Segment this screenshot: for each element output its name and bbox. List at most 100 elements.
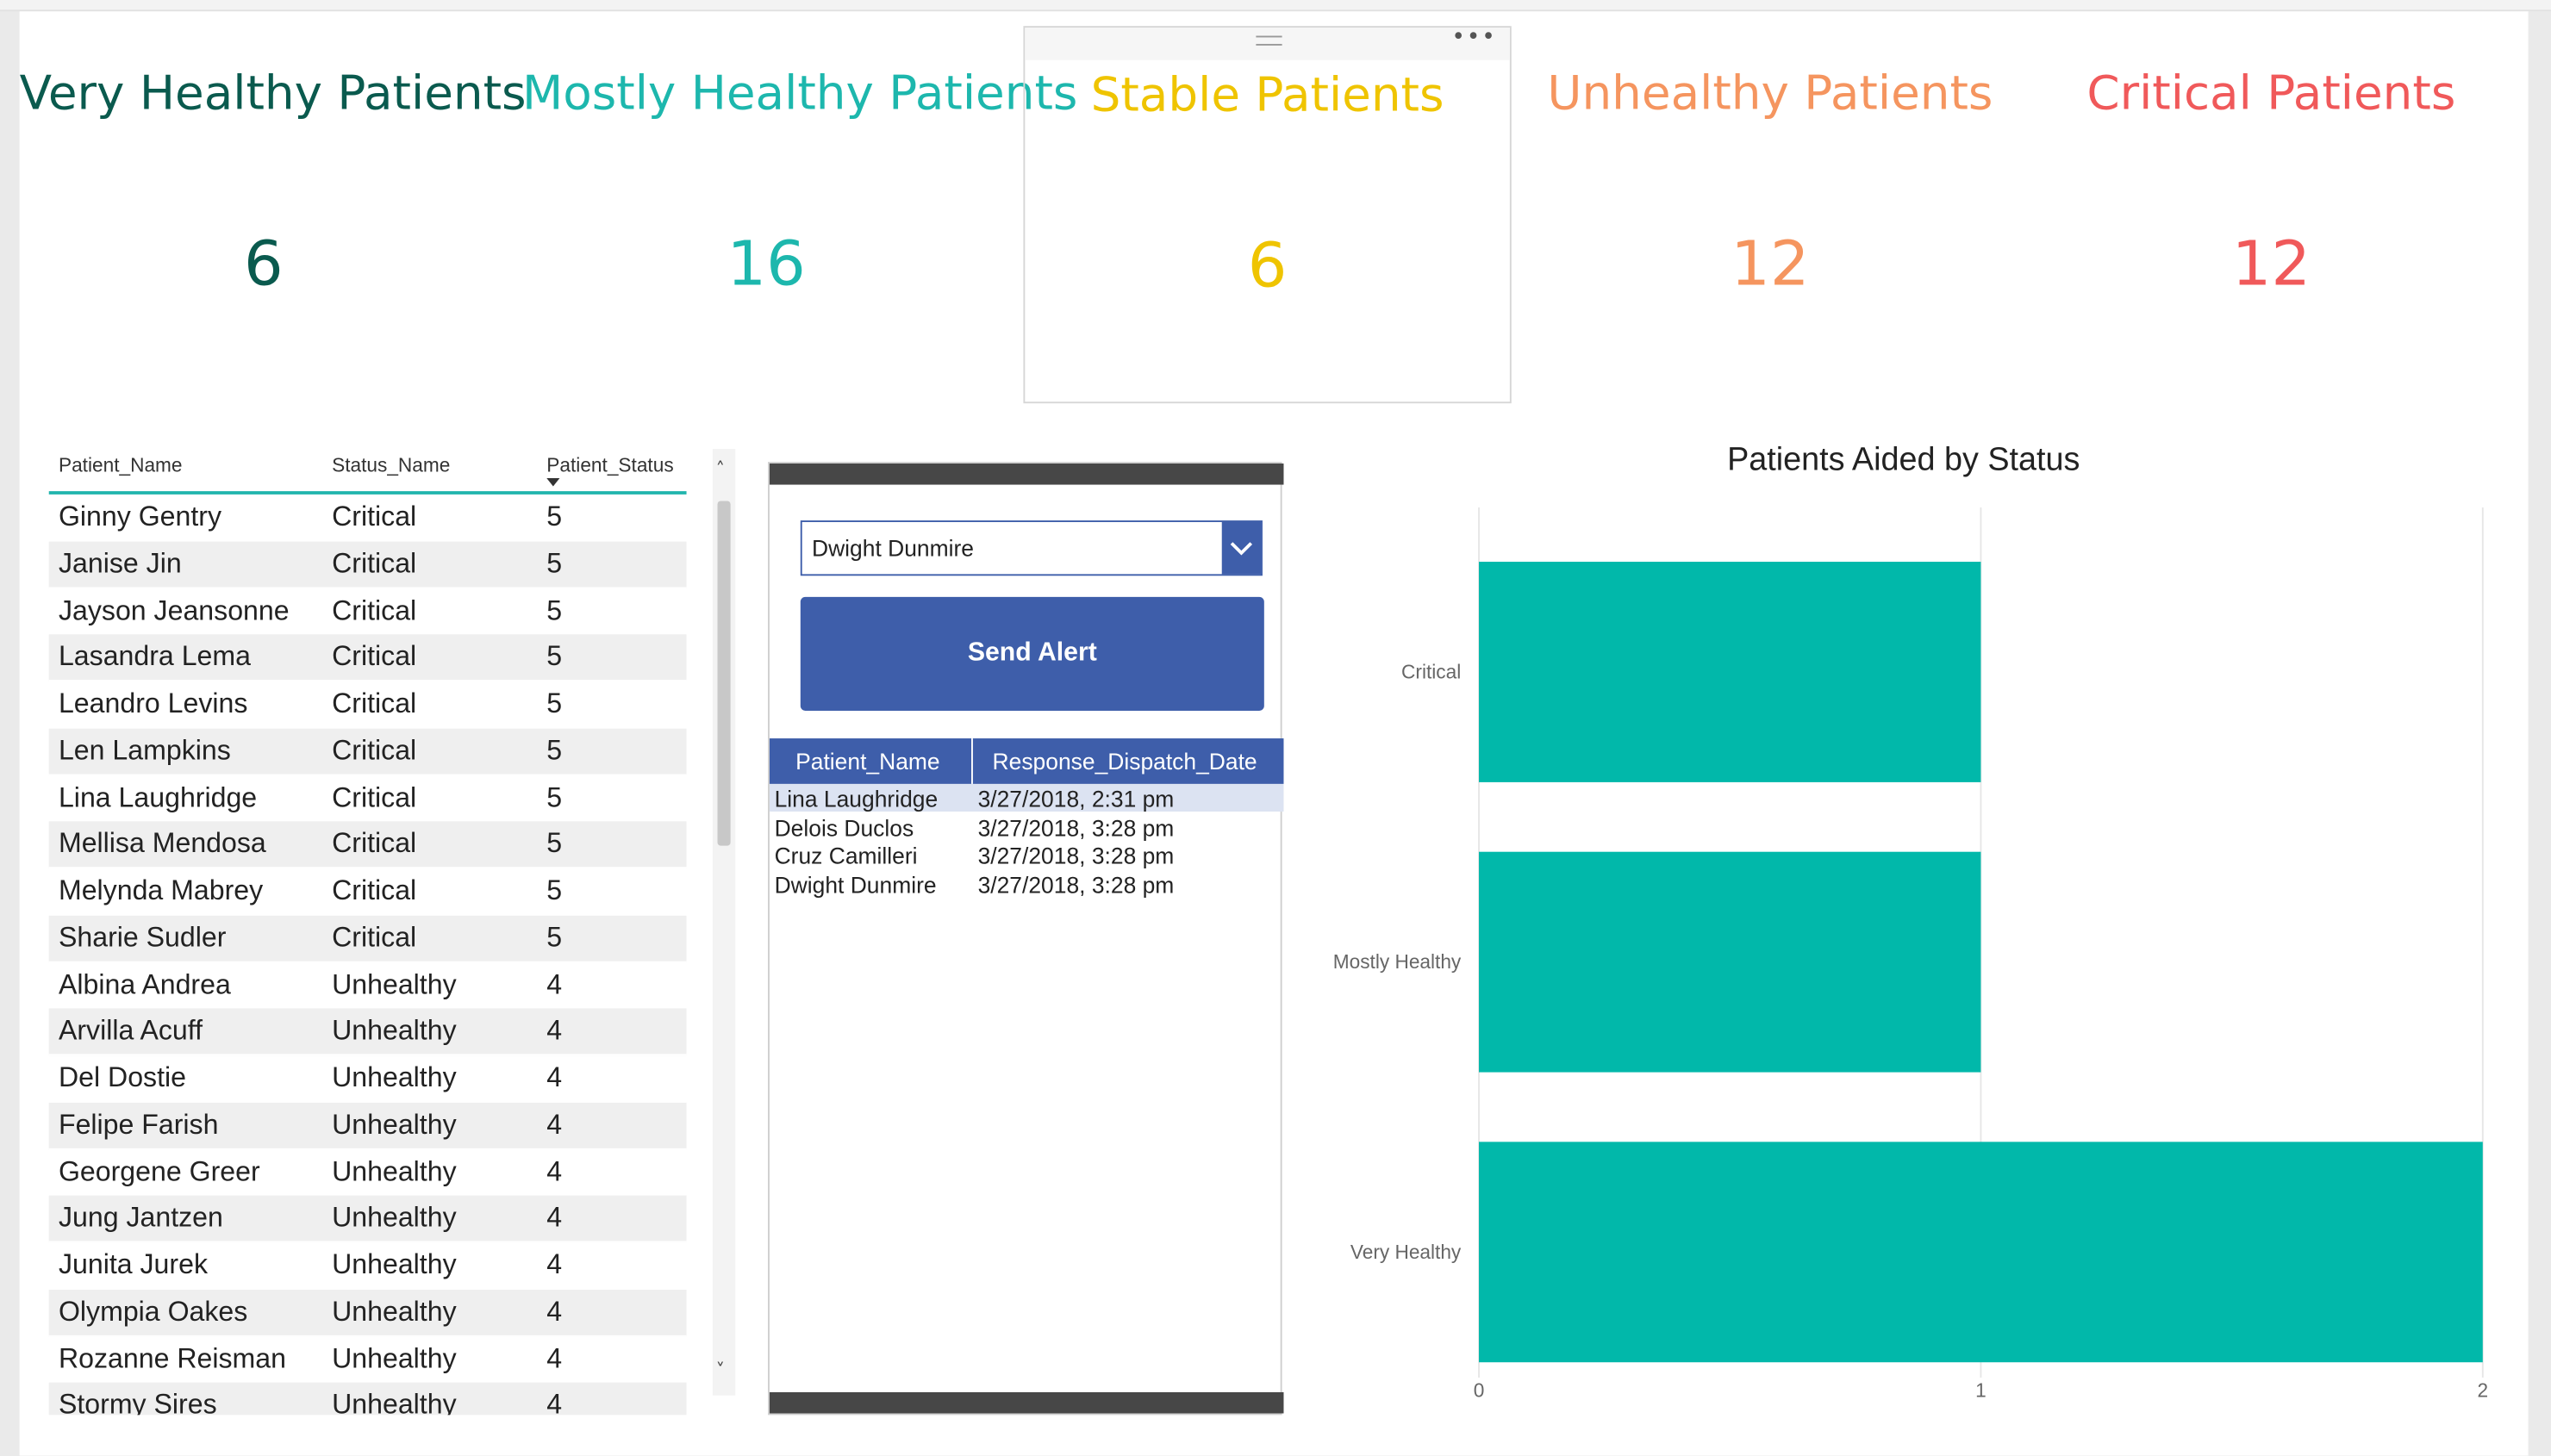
table-row[interactable]: Sharie Sudler Critical 5 <box>48 915 687 962</box>
bar-very-healthy[interactable] <box>1479 1142 2483 1363</box>
cell-patient-status: 4 <box>546 1061 563 1093</box>
grid-row[interactable]: Lina Laughridge 3/27/2018, 2:31 pm <box>769 783 1284 812</box>
cell-patient-status: 5 <box>546 501 563 532</box>
grid-cell-patient-name: Dwight Dunmire <box>774 871 937 898</box>
grid-cell-patient-name: Cruz Camilleri <box>774 843 918 869</box>
table-row[interactable]: Albina Andrea Unhealthy 4 <box>48 962 687 1009</box>
table-row[interactable]: Jayson Jeansonne Critical 5 <box>48 588 687 635</box>
cell-status-name: Unhealthy <box>332 1389 457 1416</box>
more-options-icon[interactable]: ••• <box>1451 24 1496 50</box>
cell-status-name: Unhealthy <box>332 1015 457 1047</box>
table-row[interactable]: Felipe Farish Unhealthy 4 <box>48 1102 687 1149</box>
dropdown-value: Dwight Dunmire <box>812 535 975 562</box>
cell-patient-status: 5 <box>546 641 563 673</box>
cell-patient-status: 4 <box>546 1342 563 1374</box>
cell-status-name: Critical <box>332 781 417 812</box>
table-row[interactable]: Stormy Sires Unhealthy 4 <box>48 1383 687 1416</box>
table-row[interactable]: Olympia Oakes Unhealthy 4 <box>48 1289 687 1336</box>
cell-patient-name: Len Lampkins <box>58 734 231 766</box>
grid-row[interactable]: Dwight Dunmire 3/27/2018, 3:28 pm <box>770 870 1284 898</box>
table-row[interactable]: Melynda Mabrey Critical 5 <box>48 868 687 916</box>
grid-column-dispatch-date: Response_Dispatch_Date <box>992 748 1257 775</box>
cell-patient-name: Ginny Gentry <box>58 501 222 532</box>
right-gutter <box>2528 11 2551 1456</box>
cell-status-name: Critical <box>332 547 417 579</box>
table-row[interactable]: Arvilla Acuff Unhealthy 4 <box>48 1008 687 1056</box>
card-title: Critical Patients <box>2086 65 2456 121</box>
card-value: 16 <box>727 227 806 300</box>
card-title: Very Healthy Patients <box>19 65 527 121</box>
scrollbar-thumb[interactable] <box>717 501 731 846</box>
x-tick-label: 1 <box>1975 1379 1987 1402</box>
card-value: 12 <box>2231 227 2311 300</box>
drag-handle-icon[interactable] <box>1256 35 1282 46</box>
card-mostly-healthy[interactable]: Mostly Healthy Patients 16 <box>521 26 1078 403</box>
card-stable[interactable]: ••• Stable Patients 6 <box>1023 24 1512 404</box>
cell-patient-status: 4 <box>546 1109 563 1140</box>
cell-status-name: Critical <box>332 734 417 766</box>
card-unhealthy[interactable]: Unhealthy Patients 12 <box>1526 26 2014 403</box>
table-row[interactable]: Lasandra Lema Critical 5 <box>48 634 687 681</box>
cell-patient-name: Lina Laughridge <box>58 781 258 812</box>
card-critical[interactable]: Critical Patients 12 <box>2027 26 2515 403</box>
patient-table: Patient_Name Status_Name Patient_Status … <box>48 442 687 1416</box>
cell-status-name: Critical <box>332 921 417 953</box>
cell-patient-name: Melynda Mabrey <box>58 874 264 906</box>
table-row[interactable]: Ginny Gentry Critical 5 <box>48 495 687 542</box>
table-row[interactable]: Mellisa Mendosa Critical 5 <box>48 821 687 869</box>
cell-patient-status: 4 <box>546 1202 563 1234</box>
grid-cell-patient-name: Lina Laughridge <box>774 785 939 812</box>
grid-column-patient-name: Patient_Name <box>795 748 940 775</box>
cell-patient-name: Leandro Levins <box>58 688 248 719</box>
app-top-bar <box>769 464 1284 485</box>
table-row[interactable]: Georgene Greer Unhealthy 4 <box>48 1149 687 1197</box>
cell-patient-name: Stormy Sires <box>58 1389 217 1416</box>
cell-patient-name: Mellisa Mendosa <box>58 828 266 860</box>
grid-cell-dispatch-date: 3/27/2018, 2:31 pm <box>977 785 1175 812</box>
card-value: 6 <box>1247 229 1288 302</box>
bar-critical[interactable] <box>1479 562 1981 782</box>
grid-cell-patient-name: Delois Duclos <box>774 814 914 841</box>
table-row[interactable]: Rozanne Reisman Unhealthy 4 <box>48 1336 687 1384</box>
send-alert-button[interactable]: Send Alert <box>800 596 1264 711</box>
cell-patient-name: Olympia Oakes <box>58 1296 248 1327</box>
patient-dropdown[interactable]: Dwight Dunmire <box>800 520 1263 576</box>
cell-patient-status: 5 <box>546 594 563 625</box>
window-top-strip <box>0 0 2551 12</box>
cell-patient-status: 5 <box>546 874 563 906</box>
scroll-up-icon[interactable]: ˄ <box>716 458 725 480</box>
cell-patient-name: Arvilla Acuff <box>58 1015 203 1047</box>
cell-patient-status: 4 <box>546 1389 563 1416</box>
table-row[interactable]: Lina Laughridge Critical 5 <box>48 775 687 822</box>
card-very-healthy[interactable]: Very Healthy Patients 6 <box>19 26 527 403</box>
card-title: Mostly Healthy Patients <box>521 65 1078 121</box>
cell-status-name: Unhealthy <box>332 1202 457 1234</box>
column-header-status-name[interactable]: Status_Name <box>332 454 450 476</box>
cell-patient-name: Albina Andrea <box>58 968 231 1000</box>
table-row[interactable]: Janise Jin Critical 5 <box>48 541 687 588</box>
dispatch-grid-header: Patient_Name Response_Dispatch_Date <box>769 738 1284 784</box>
table-row[interactable]: Leandro Levins Critical 5 <box>48 681 687 729</box>
table-row[interactable]: Len Lampkins Critical 5 <box>48 728 687 775</box>
cell-patient-name: Sharie Sudler <box>58 921 227 953</box>
scroll-down-icon[interactable]: ˅ <box>716 1360 725 1381</box>
bar-mostly-healthy[interactable] <box>1479 851 1981 1073</box>
grid-row[interactable]: Cruz Camilleri 3/27/2018, 3:28 pm <box>770 841 1284 868</box>
sort-descending-icon <box>546 478 560 487</box>
cell-patient-status: 5 <box>546 921 563 953</box>
table-row[interactable]: Junita Jurek Unhealthy 4 <box>48 1242 687 1290</box>
powerapps-visual: Dwight Dunmire Send Alert Patient_Name R… <box>768 462 1284 1416</box>
table-scrollbar[interactable]: ˄ ˅ <box>712 449 736 1396</box>
cell-status-name: Critical <box>332 594 417 625</box>
grid-row[interactable]: Delois Duclos 3/27/2018, 3:28 pm <box>770 812 1284 840</box>
column-header-patient-name[interactable]: Patient_Name <box>59 454 183 476</box>
y-category-label: Very Healthy <box>1350 1241 1462 1263</box>
y-category-label: Mostly Healthy <box>1333 950 1462 973</box>
column-header-patient-status[interactable]: Patient_Status <box>546 454 673 476</box>
cell-status-name: Unhealthy <box>332 1109 457 1140</box>
table-row[interactable]: Del Dostie Unhealthy 4 <box>48 1055 687 1103</box>
chevron-down-icon[interactable] <box>1221 521 1262 575</box>
cell-status-name: Unhealthy <box>332 1248 457 1280</box>
table-row[interactable]: Jung Jantzen Unhealthy 4 <box>48 1196 687 1243</box>
cell-status-name: Critical <box>332 828 417 860</box>
